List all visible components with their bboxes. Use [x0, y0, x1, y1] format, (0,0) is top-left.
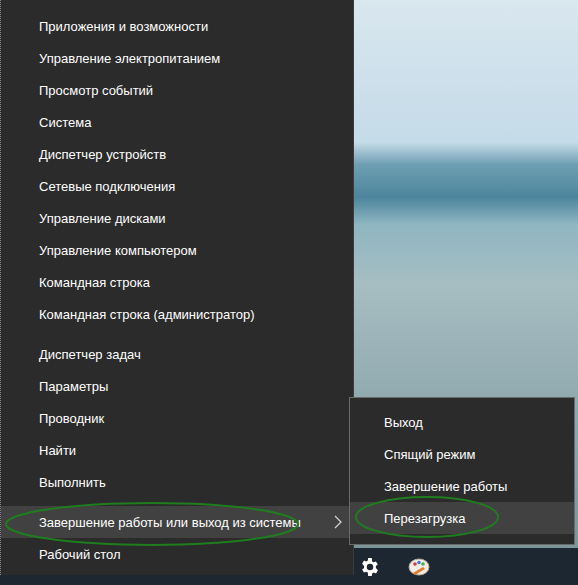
menu-item[interactable]: Найти	[1, 434, 353, 466]
gear-icon[interactable]	[359, 556, 381, 578]
paint-app-icon[interactable]	[407, 555, 431, 579]
menu-item[interactable]: Проводник	[1, 402, 353, 434]
highlight-ellipse-icon	[356, 497, 498, 537]
menu-item[interactable]: Система	[1, 106, 353, 138]
shutdown-submenu: ВыходСпящий режимЗавершение работыПереза…	[349, 397, 575, 545]
menu-item[interactable]: Управление компьютером	[1, 234, 353, 266]
chevron-right-icon	[333, 515, 343, 529]
menu-item[interactable]: Командная строка	[1, 266, 353, 298]
menu-item[interactable]: Управление дисками	[1, 202, 353, 234]
annotations	[0, 0, 578, 585]
desktop: Приложения и возможностиУправление элект…	[0, 0, 578, 585]
menu-item[interactable]: Просмотр событий	[1, 74, 353, 106]
menu-item[interactable]: Завершение работы или выход из системы	[1, 506, 353, 538]
highlight-ellipse-icon	[6, 503, 298, 545]
quick-link-menu: Приложения и возможностиУправление элект…	[0, 0, 354, 575]
menu-item[interactable]: Рабочий стол	[1, 538, 353, 570]
submenu-item[interactable]: Выход	[350, 406, 574, 438]
menu-item[interactable]: Приложения и возможности	[1, 10, 353, 42]
menu-item[interactable]: Управление электропитанием	[1, 42, 353, 74]
submenu-item[interactable]: Перезагрузка	[350, 502, 574, 534]
submenu-item[interactable]: Завершение работы	[350, 470, 574, 502]
menu-item[interactable]: Командная строка (администратор)	[1, 298, 353, 330]
menu-item[interactable]: Параметры	[1, 370, 353, 402]
menu-item[interactable]: Диспетчер задач	[1, 338, 353, 370]
menu-item[interactable]: Сетевые подключения	[1, 170, 353, 202]
submenu-item[interactable]: Спящий режим	[350, 438, 574, 470]
menu-item[interactable]: Диспетчер устройств	[1, 138, 353, 170]
menu-item[interactable]: Выполнить	[1, 466, 353, 498]
